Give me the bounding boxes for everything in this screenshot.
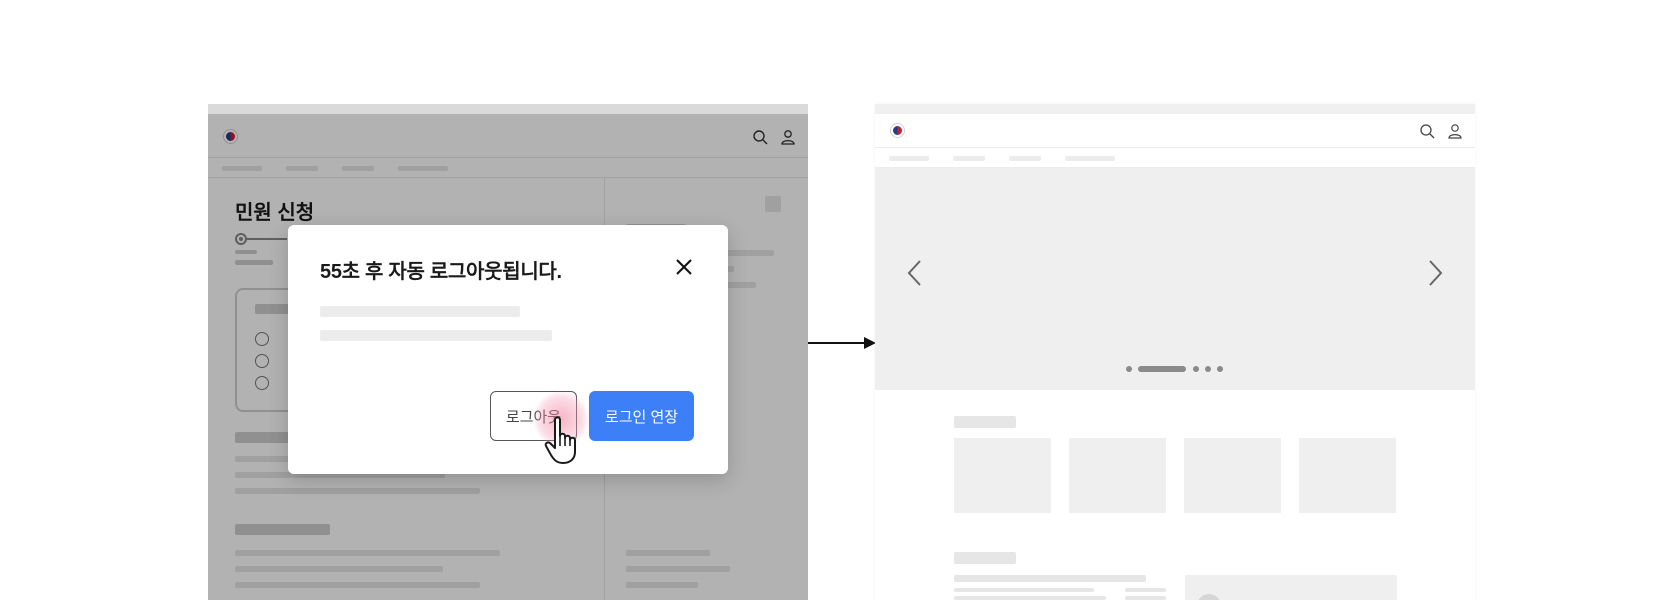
nav-placeholder: [889, 156, 929, 161]
text-placeholder: [954, 596, 1106, 600]
user-icon[interactable]: [1447, 123, 1463, 139]
nav-placeholder: [1065, 156, 1115, 161]
hand-cursor-icon: [543, 414, 587, 466]
text-placeholder: [1125, 596, 1166, 600]
dialog-title: 55초 후 자동 로그아웃됩니다.: [320, 261, 562, 283]
carousel-dot-active[interactable]: [1138, 366, 1186, 372]
right-browser-window: [875, 104, 1475, 600]
gov-logo-icon: [891, 124, 904, 137]
text-placeholder: [954, 588, 1094, 592]
section-heading-placeholder: [954, 416, 1016, 428]
transition-arrow-icon: [808, 335, 878, 351]
card-placeholder[interactable]: [1069, 438, 1166, 513]
search-icon[interactable]: [1419, 123, 1435, 139]
card-placeholder[interactable]: [1184, 438, 1281, 513]
carousel-dot[interactable]: [1217, 366, 1223, 372]
right-nav-bar: [875, 148, 1475, 168]
dialog-text-placeholder: [320, 306, 520, 317]
stage: 민원 신청 55초 후 자동 로그아웃됩니다. 로그인 연장: [0, 0, 1680, 600]
card-placeholder[interactable]: [954, 438, 1051, 513]
card-placeholder[interactable]: [1299, 438, 1396, 513]
text-placeholder: [954, 575, 1146, 582]
section-heading-placeholder: [954, 552, 1016, 564]
carousel-dot[interactable]: [1126, 366, 1132, 372]
right-header: [875, 114, 1475, 148]
nav-placeholder: [953, 156, 985, 161]
dialog-text-placeholder: [320, 330, 552, 341]
hero-carousel: [875, 168, 1475, 390]
close-icon[interactable]: [672, 255, 696, 279]
carousel-dot[interactable]: [1193, 366, 1199, 372]
carousel-dot[interactable]: [1205, 366, 1211, 372]
chevron-left-icon[interactable]: [905, 258, 925, 288]
nav-placeholder: [1009, 156, 1041, 161]
text-placeholder: [1125, 588, 1166, 592]
chevron-right-icon[interactable]: [1425, 258, 1445, 288]
auto-logout-dialog: 55초 후 자동 로그아웃됩니다. 로그아웃 로그인 연장: [288, 225, 728, 474]
extend-login-button[interactable]: 로그인 연장: [589, 391, 694, 441]
